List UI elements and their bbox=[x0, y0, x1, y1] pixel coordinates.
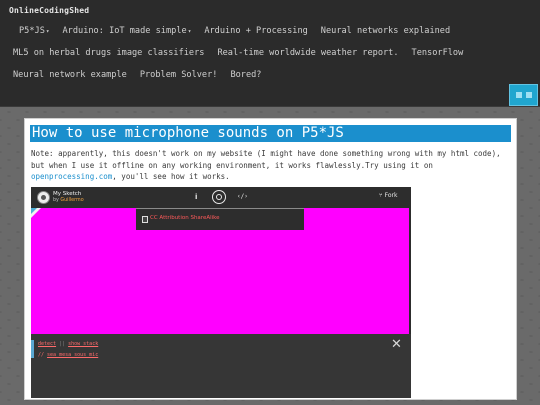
nav-item-p5js[interactable]: P5*JS▾ bbox=[19, 26, 50, 36]
grid-icon bbox=[515, 92, 522, 98]
nav-item-neural-networks[interactable]: Neural networks explained bbox=[321, 26, 450, 36]
detect-link[interactable]: detect bbox=[38, 341, 56, 347]
console-line: detect || show stack bbox=[38, 341, 98, 347]
code-icon[interactable]: ‹/› bbox=[237, 193, 248, 200]
post-title: How to use microphone sounds on P5*JS bbox=[30, 125, 511, 142]
nav-item-weather-report[interactable]: Real-time worldwide weather report. bbox=[217, 48, 398, 58]
note-text-end: , you'll see how it works. bbox=[112, 172, 230, 181]
sketch-name[interactable]: My Sketch bbox=[53, 191, 81, 197]
canvas-corner-accent bbox=[31, 208, 37, 214]
nav-item-label: P5*JS bbox=[19, 26, 45, 36]
top-navbar: OnlineCodingShed P5*JS▾ Arduino: IoT mad… bbox=[0, 0, 540, 107]
avatar[interactable] bbox=[37, 191, 50, 204]
document-icon bbox=[142, 216, 148, 223]
sketch-console: detect || show stack // sea_mesa_sous_mi… bbox=[31, 334, 411, 398]
console-line: // sea_mesa_sous_mic bbox=[38, 352, 98, 358]
nav-row-secondary: ML5 on herbal drugs image classifiers Re… bbox=[13, 48, 476, 58]
site-brand[interactable]: OnlineCodingShed bbox=[9, 6, 89, 15]
console-source-link[interactable]: sea_mesa_sous_mic bbox=[47, 352, 98, 358]
nav-row-tertiary: Neural network example Problem Solver! B… bbox=[13, 70, 274, 80]
post-content: How to use microphone sounds on P5*JS No… bbox=[24, 118, 517, 400]
close-icon[interactable]: ✕ bbox=[391, 338, 402, 351]
note-text: Note: apparently, this doesn't work on m… bbox=[31, 149, 501, 170]
menu-toggle-button[interactable] bbox=[509, 84, 538, 106]
nav-item-ml5-herbal[interactable]: ML5 on herbal drugs image classifiers bbox=[13, 48, 204, 58]
nav-item-bored[interactable]: Bored? bbox=[230, 70, 261, 80]
nav-item-neural-network-example[interactable]: Neural network example bbox=[13, 70, 127, 80]
post-note: Note: apparently, this doesn't work on m… bbox=[31, 148, 513, 183]
info-icon[interactable]: i bbox=[195, 193, 197, 201]
sketch-author-line: by Guillermo bbox=[53, 198, 84, 203]
fork-label: Fork bbox=[384, 192, 398, 199]
comment-prefix: // bbox=[38, 352, 48, 358]
sketch-author[interactable]: Guillermo bbox=[60, 198, 83, 203]
console-separator: || bbox=[56, 341, 69, 347]
chevron-down-icon: ▾ bbox=[187, 28, 192, 35]
show-stack-link[interactable]: show stack bbox=[68, 341, 98, 347]
nav-item-problem-solver[interactable]: Problem Solver! bbox=[140, 70, 218, 80]
nav-item-arduino-processing[interactable]: Arduino + Processing bbox=[204, 26, 307, 36]
nav-row-primary: P5*JS▾ Arduino: IoT made simple▾ Arduino… bbox=[19, 26, 463, 36]
sketch-header: My Sketch by Guillermo i ‹/› ⑂ Fork bbox=[31, 187, 411, 208]
nav-item-label: Arduino: IoT made simple bbox=[62, 26, 187, 36]
fork-button[interactable]: ⑂ Fork bbox=[379, 192, 397, 199]
nav-item-arduino-iot[interactable]: Arduino: IoT made simple▾ bbox=[63, 26, 192, 36]
license-link[interactable]: CC Attribution ShareAlike bbox=[150, 215, 220, 221]
grid-icon bbox=[525, 92, 532, 98]
openprocessing-link[interactable]: openprocessing.com bbox=[31, 172, 112, 181]
chevron-down-icon: ▾ bbox=[45, 28, 50, 35]
console-marker bbox=[31, 340, 34, 358]
license-popup: CC Attribution ShareAlike bbox=[136, 208, 304, 230]
nav-item-tensorflow[interactable]: TensorFlow bbox=[412, 48, 464, 58]
restart-icon[interactable] bbox=[212, 190, 226, 204]
embedded-sketch: My Sketch by Guillermo i ‹/› ⑂ Fork CC At… bbox=[31, 187, 411, 398]
fork-icon: ⑂ bbox=[379, 192, 383, 199]
